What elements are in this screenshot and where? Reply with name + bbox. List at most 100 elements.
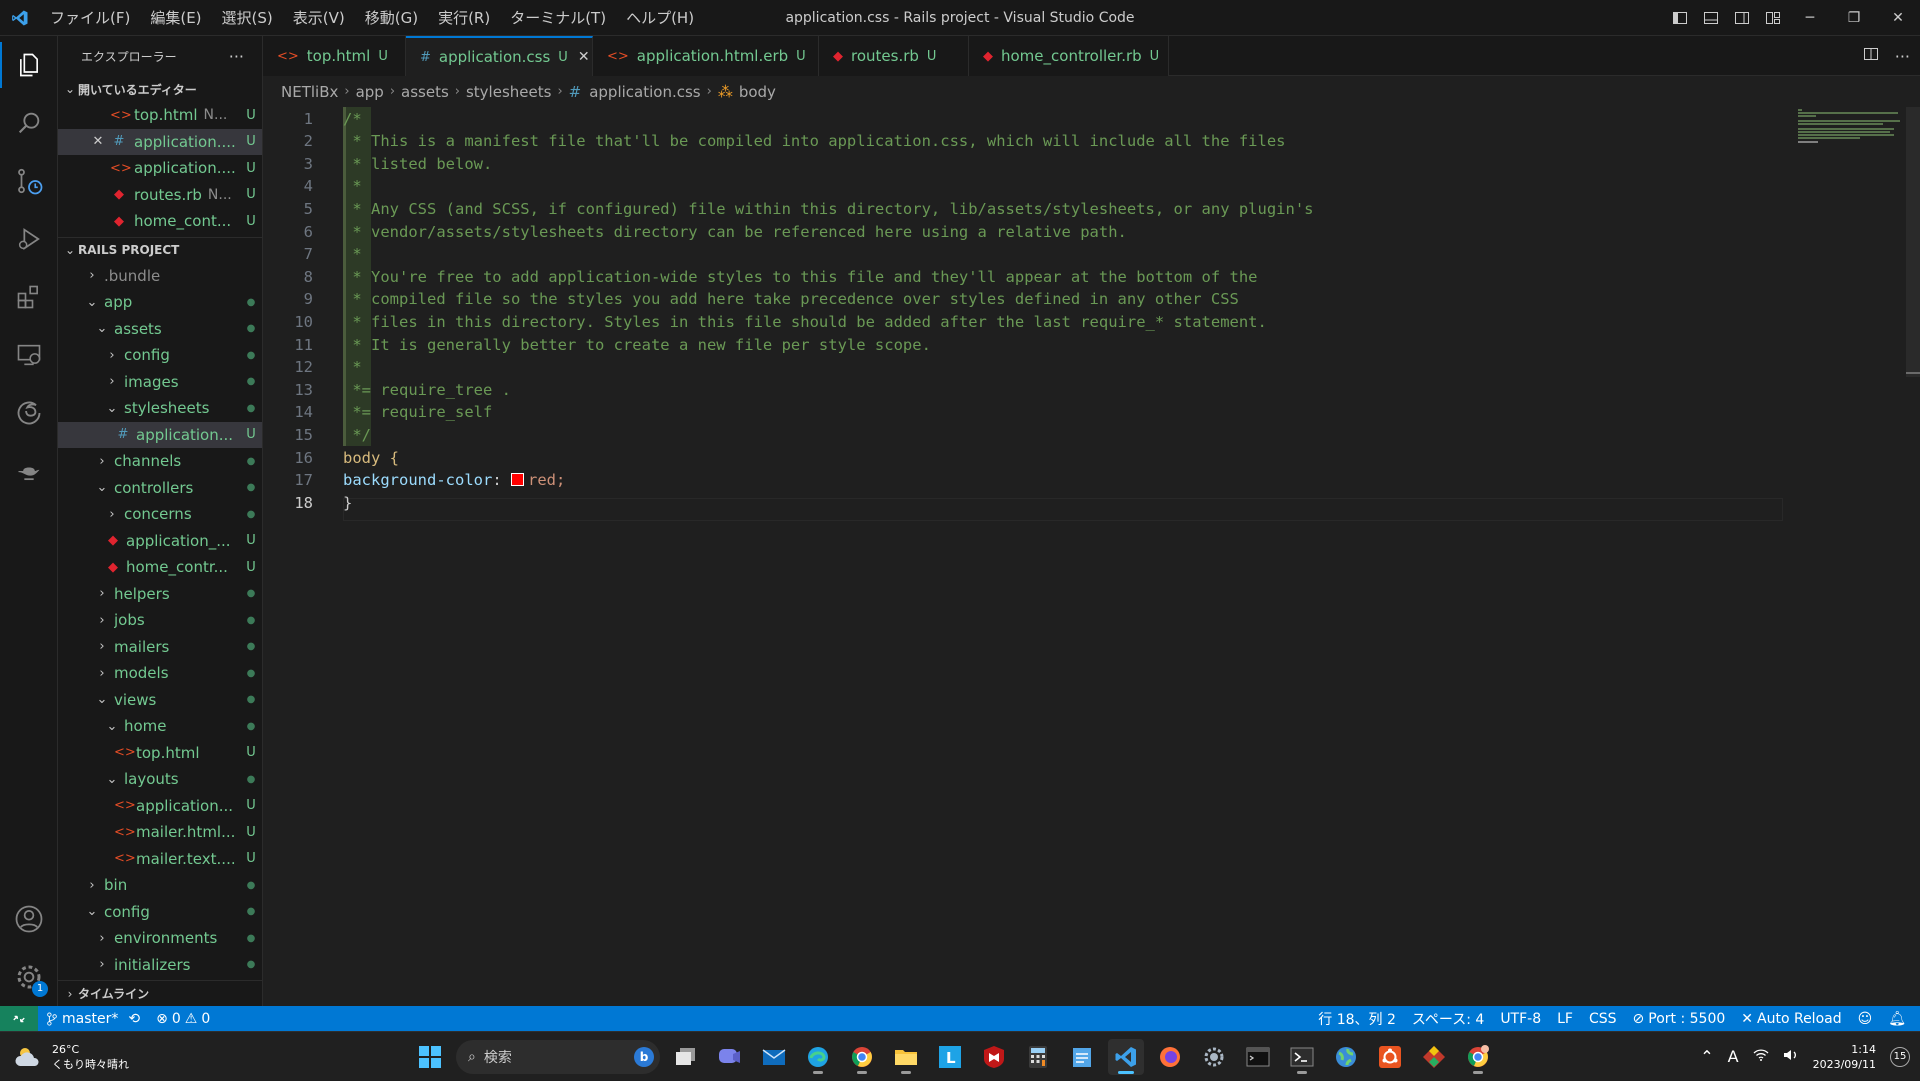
tree-folder[interactable]: › jobs ● (58, 607, 262, 634)
tree-folder[interactable]: ⌄ stylesheets ● (58, 395, 262, 422)
open-editor-item[interactable]: ◆ routes.rb N... U (58, 182, 262, 209)
notifications-bell-icon[interactable]: 🔔︎ (1880, 1011, 1914, 1027)
tree-file[interactable]: <> mailer.text.... U (58, 846, 262, 873)
tree-folder[interactable]: ⌄ views ● (58, 687, 262, 714)
sync-icon[interactable]: ⟲ (128, 1011, 140, 1027)
open-editor-item-active[interactable]: ✕ # application.... U (58, 128, 262, 155)
tab-home-controller-rb[interactable]: ◆ home_controller.rb U (969, 36, 1169, 76)
auto-reload[interactable]: ✕ Auto Reload (1733, 1011, 1849, 1027)
tree-folder[interactable]: › helpers ● (58, 581, 262, 608)
calculator-icon[interactable] (1020, 1039, 1056, 1075)
breadcrumb-item[interactable]: body (739, 83, 776, 101)
task-view-icon[interactable] (668, 1039, 704, 1075)
tab-application-css[interactable]: # application.css U ✕ (406, 36, 593, 76)
split-editor-icon[interactable] (1863, 46, 1879, 66)
cursor-position[interactable]: 行 18、列 2 (1310, 1009, 1404, 1029)
tree-folder[interactable]: ⌄ home ● (58, 713, 262, 740)
more-actions-icon[interactable]: ··· (229, 47, 244, 66)
breadcrumb-item[interactable]: stylesheets (466, 83, 551, 101)
tree-folder[interactable]: › config ● (58, 342, 262, 369)
volume-icon[interactable] (1783, 1047, 1799, 1066)
terminal-icon[interactable] (1240, 1039, 1276, 1075)
tree-folder[interactable]: › initializers ● (58, 952, 262, 979)
line-app-icon[interactable]: L (932, 1039, 968, 1075)
menu-edit[interactable]: 編集(E) (140, 0, 211, 36)
start-windows-icon[interactable] (412, 1039, 448, 1075)
tree-folder[interactable]: › channels ● (58, 448, 262, 475)
encoding[interactable]: UTF-8 (1492, 1011, 1549, 1027)
problems-status[interactable]: ⊗ 0 ⚠ 0 (148, 1011, 218, 1027)
menu-view[interactable]: 表示(V) (283, 0, 355, 36)
tree-file[interactable]: <> mailer.html... U (58, 819, 262, 846)
weather-widget[interactable]: 26°C くもり時々晴れ (14, 1032, 129, 1081)
toggle-primary-sidebar-icon[interactable] (1664, 0, 1695, 36)
chrome-profile-icon[interactable] (1460, 1039, 1496, 1075)
account-icon[interactable] (0, 890, 58, 948)
globe-app-icon[interactable] (1328, 1039, 1364, 1075)
tree-file[interactable]: ◆ home_contr... U (58, 554, 262, 581)
open-editor-item[interactable]: <> top.html N... U (58, 102, 262, 129)
toggle-panel-icon[interactable] (1695, 0, 1726, 36)
breadcrumb-item[interactable]: application.css (589, 83, 700, 101)
manage-gear-icon[interactable]: 1 (0, 948, 58, 1006)
color-swatch[interactable] (510, 473, 524, 487)
tab-top-html[interactable]: <> top.html U (263, 36, 406, 76)
minimize-icon[interactable]: ─ (1788, 0, 1832, 36)
tree-folder[interactable]: › .bundle (58, 263, 262, 290)
live-server-port[interactable]: ⊘ Port : 5500 (1625, 1011, 1734, 1027)
menu-terminal[interactable]: ターミナル(T) (500, 0, 616, 36)
tree-folder[interactable]: › mailers ● (58, 634, 262, 661)
tree-folder[interactable]: › models ● (58, 660, 262, 687)
firefox-icon[interactable] (1152, 1039, 1188, 1075)
rails-project-section[interactable]: ⌄ RAILS PROJECT (58, 236, 262, 263)
tree-file-active[interactable]: # application... U (58, 421, 262, 448)
branch-status[interactable]: master* ⟲ (38, 1011, 148, 1027)
menu-run[interactable]: 実行(R) (428, 0, 500, 36)
genie-lamp-icon[interactable] (0, 442, 58, 500)
remote-indicator-icon[interactable] (0, 1006, 38, 1031)
language-mode[interactable]: CSS (1581, 1011, 1625, 1027)
run-debug-icon[interactable] (0, 210, 58, 268)
tab-application-html-erb[interactable]: <> application.html.erb U (593, 36, 819, 76)
tree-folder[interactable]: ⌄ layouts ● (58, 766, 262, 793)
explorer-icon[interactable] (0, 36, 58, 94)
teams-chat-icon[interactable] (712, 1039, 748, 1075)
indentation[interactable]: スペース: 4 (1404, 1009, 1492, 1029)
toggle-secondary-sidebar-icon[interactable] (1726, 0, 1757, 36)
tab-routes-rb[interactable]: ◆ routes.rb U (819, 36, 969, 76)
edge-browser-icon[interactable] (800, 1039, 836, 1075)
tree-file[interactable]: <> application... U (58, 793, 262, 820)
close-window-icon[interactable]: ✕ (1876, 0, 1920, 36)
breadcrumb-item[interactable]: app (356, 83, 384, 101)
notepad-icon[interactable] (1064, 1039, 1100, 1075)
git-gui-icon[interactable] (1416, 1039, 1452, 1075)
menu-help[interactable]: ヘルプ(H) (616, 0, 704, 36)
menu-selection[interactable]: 選択(S) (212, 0, 283, 36)
tree-file[interactable]: ◆ application_... U (58, 528, 262, 555)
clock[interactable]: 1:14 2023/09/11 (1813, 1042, 1876, 1072)
bing-icon[interactable]: b (634, 1046, 654, 1067)
open-editors-section[interactable]: ⌄ 開いているエディター (58, 76, 262, 102)
tree-folder[interactable]: › concerns ● (58, 501, 262, 528)
ubuntu-icon[interactable] (1372, 1039, 1408, 1075)
breadcrumb-item[interactable]: assets (401, 83, 449, 101)
chrome-icon[interactable] (844, 1039, 880, 1075)
timeline-section[interactable]: › タイムライン (58, 980, 262, 1006)
remote-explorer-icon[interactable] (0, 326, 58, 384)
close-icon[interactable]: ✕ (86, 134, 110, 149)
powershell-icon[interactable] (1284, 1039, 1320, 1075)
open-editor-item[interactable]: ◆ home_cont... U (58, 208, 262, 235)
notification-count-badge[interactable]: 15 (1890, 1046, 1910, 1067)
editor-scrollbar[interactable] (1906, 107, 1920, 1006)
settings-gear-icon[interactable] (1196, 1039, 1232, 1075)
search-icon[interactable] (0, 94, 58, 152)
ime-indicator[interactable]: A (1728, 1047, 1739, 1066)
breadcrumb-item[interactable]: NETliBx (281, 83, 338, 101)
edge-devtools-icon[interactable] (0, 384, 58, 442)
tree-folder[interactable]: › images ● (58, 369, 262, 396)
mcafee-icon[interactable] (976, 1039, 1012, 1075)
chevron-up-icon[interactable]: ⌃ (1700, 1047, 1713, 1066)
editor-more-icon[interactable]: ··· (1895, 47, 1910, 66)
menu-go[interactable]: 移動(G) (355, 0, 428, 36)
minimap[interactable] (1796, 107, 1906, 147)
